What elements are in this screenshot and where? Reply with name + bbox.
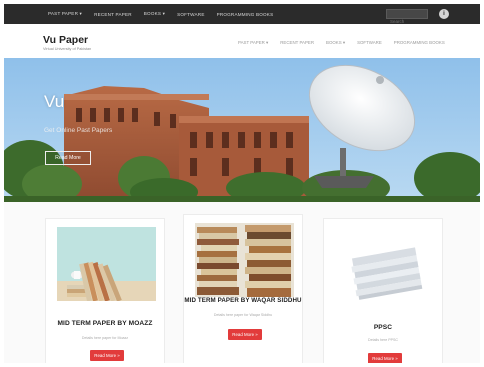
nav-recent-paper[interactable]: RECENT PAPER (280, 40, 314, 46)
info-icon[interactable]: i (439, 9, 449, 19)
top-menu-past-paper[interactable]: PAST PAPER ▾ (48, 11, 82, 17)
brand[interactable]: Vu Paper Virtual University of Pakistan (43, 34, 91, 51)
post-title[interactable]: PPSC (324, 324, 442, 331)
nav-past-paper[interactable]: PAST PAPER ▾ (238, 40, 268, 46)
site-header: Vu Paper Virtual University of Pakistan … (4, 24, 480, 58)
post-title[interactable]: MID TERM PAPER BY MOAZZ (46, 320, 164, 327)
site-title[interactable]: Vu Paper (43, 34, 91, 46)
post-thumbnail[interactable] (57, 227, 156, 301)
read-more-button[interactable]: Read More » (368, 353, 402, 363)
books-image (57, 227, 156, 301)
post-excerpt: Details here paper for Moazz (81, 336, 129, 340)
nav-programming-books[interactable]: PROGRAMMING BOOKS (394, 40, 445, 46)
hero-subtitle: Get Online Past Papers (44, 127, 113, 134)
post-thumbnail[interactable] (195, 223, 294, 297)
hero-read-more-button[interactable]: Read More (45, 151, 91, 165)
read-more-button[interactable]: Read More » (90, 350, 124, 361)
top-menu: PAST PAPER ▾ RECENT PAPER BOOKS ▾ SOFTWA… (48, 4, 273, 24)
post-excerpt: Details here paper for Waqar Siddhu (213, 313, 273, 317)
top-bar: PAST PAPER ▾ RECENT PAPER BOOKS ▾ SOFTWA… (4, 4, 480, 26)
top-menu-books[interactable]: BOOKS ▾ (144, 11, 165, 17)
post-card[interactable]: MID TERM PAPER BY MOAZZ Details here pap… (45, 218, 165, 363)
search-box[interactable] (386, 9, 428, 26)
post-excerpt: Details here PPSC (368, 338, 398, 342)
site-tagline: Virtual University of Pakistan (43, 47, 92, 51)
stacked-books-image (195, 223, 294, 297)
nav-software[interactable]: SOFTWARE (357, 40, 382, 46)
paper-stack-image (335, 233, 434, 307)
main-nav: PAST PAPER ▾ RECENT PAPER BOOKS ▾ SOFTWA… (238, 40, 445, 46)
post-card[interactable]: MID TERM PAPER BY WAQAR SIDDHU Details h… (183, 214, 303, 363)
post-thumbnail[interactable] (335, 233, 434, 307)
top-menu-software[interactable]: SOFTWARE (177, 12, 204, 17)
hero-banner: Vu Get Online Past Papers Read More (4, 58, 480, 202)
read-more-button[interactable]: Read More » (228, 329, 262, 340)
top-menu-programming-books[interactable]: PROGRAMMING BOOKS (217, 12, 274, 17)
hero-title: Vu (44, 92, 65, 111)
top-menu-recent-paper[interactable]: RECENT PAPER (94, 12, 132, 17)
post-card[interactable]: PPSC Details here PPSC Read More » (323, 218, 443, 363)
nav-books[interactable]: BOOKS ▾ (326, 40, 345, 46)
page: PAST PAPER ▾ RECENT PAPER BOOKS ▾ SOFTWA… (4, 4, 480, 363)
post-title[interactable]: MID TERM PAPER BY WAQAR SIDDHU (184, 297, 302, 304)
